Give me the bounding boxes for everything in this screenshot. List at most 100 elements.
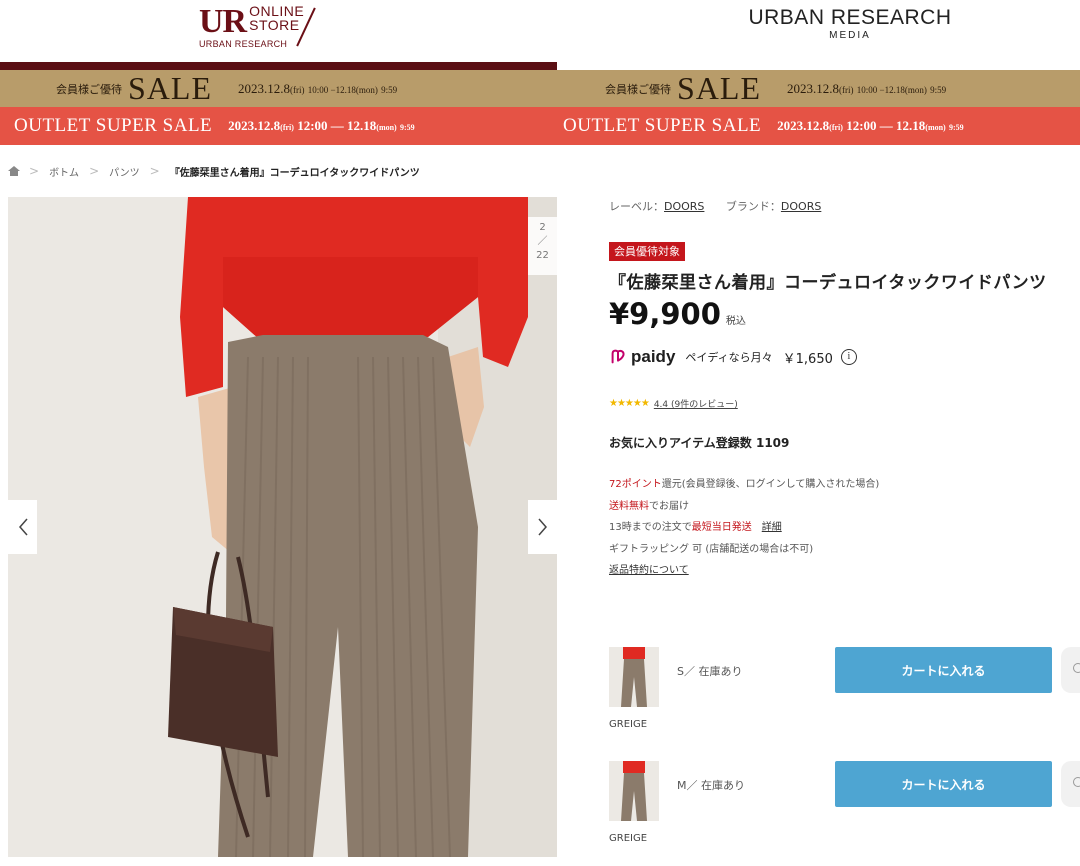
ur-online-store-logo[interactable]: UR ONLINE STORE URBAN RESEARCH (199, 4, 304, 50)
review-link[interactable]: 4.4 (9件のレビュー) (654, 397, 738, 410)
product-photo-illustration (8, 197, 557, 857)
media-logo-title: URBAN RESEARCH (748, 6, 952, 29)
breadcrumb: > ボトム > パンツ > 『佐藤栞里さん着用』コーデュロイタックワイドパンツ (8, 163, 420, 179)
shipping-note: 送料無料でお届け (609, 496, 879, 518)
outlet-end-day: (mon) (925, 123, 946, 132)
sale-member-text: 会員様ご優待 (56, 83, 122, 96)
gallery-next-button[interactable] (528, 500, 557, 554)
sale-end-day: (mon) (904, 84, 927, 95)
paidy-amount: ￥1,650 (782, 351, 833, 367)
chevron-right-icon (537, 518, 547, 536)
add-to-cart-button[interactable]: カートに入れる (835, 647, 1052, 693)
gallery-prev-button[interactable] (8, 500, 37, 554)
product-main-image[interactable] (8, 197, 557, 857)
outlet-end-time: 9:59 (948, 123, 964, 132)
review-rating: ★★★★★ 4.4 (9件のレビュー) (609, 397, 738, 410)
variant-thumbnail-illustration (609, 647, 659, 707)
outlet-start-day: (fri) (280, 123, 294, 132)
sale-end-time: 9:59 (381, 84, 398, 95)
label-link[interactable]: DOORS (664, 200, 704, 213)
image-counter-total: 22 (536, 250, 549, 261)
member-sale-banner-left[interactable]: 会員様ご優待 SALE 2023.12.8(fri) 10:00 −12.18(… (0, 70, 557, 107)
variant-color: GREIGE (609, 833, 648, 844)
outlet-dates: 2023.12.8(fri) 12:00 — 12.18(mon) 9:59 (228, 118, 414, 134)
variant-thumbnail[interactable] (609, 647, 659, 707)
outlet-date-main: 2023.12.8 (228, 118, 281, 133)
product-title: 『佐藤栞里さん着用』コーデュロイタックワイドパンツ (609, 273, 1047, 293)
sale-start-time: 10:00 −12.18 (307, 84, 356, 95)
price-value: ¥9,900 (609, 297, 721, 331)
favorite-button[interactable] (1061, 761, 1080, 807)
member-benefit-badge: 会員優待対象 (609, 242, 685, 261)
sale-date-main: 2023.12.8 (787, 80, 839, 96)
sale-end-time: 9:59 (930, 84, 947, 95)
variant-row: S／ 在庫あり GREIGE カートに入れる (609, 647, 1080, 737)
breadcrumb-pants[interactable]: パンツ (109, 164, 140, 179)
outlet-end-day: (mon) (376, 123, 397, 132)
logo-store-text: STORE (249, 17, 300, 33)
points-note: 72ポイント還元(会員登録後、ログインして購入された場合) (609, 474, 879, 496)
breadcrumb-separator: > (89, 164, 100, 178)
product-notes: 72ポイント還元(会員登録後、ログインして購入された場合) 送料無料でお届け 1… (609, 474, 879, 582)
rating-stars-icon: ★★★★★ (609, 398, 650, 409)
gift-note: ギフトラッピング 可 (店舗配送の場合は不可) (609, 543, 814, 555)
sale-word: SALE (128, 70, 212, 106)
returns-link[interactable]: 返品特約について (609, 565, 689, 576)
outlet-title: OUTLET SUPER SALE (563, 115, 762, 136)
search-icon (1073, 777, 1080, 787)
outlet-sale-banner-left[interactable]: OUTLET SUPER SALE 2023.12.8(fri) 12:00 —… (0, 107, 557, 145)
image-counter-current: 2 (539, 222, 546, 233)
breadcrumb-separator: > (29, 164, 40, 178)
brand-prefix: ブランド： (725, 200, 781, 213)
price-tax-label: 税込 (725, 316, 746, 327)
favorite-count: お気に入りアイテム登録数 1109 (609, 436, 790, 450)
paidy-mark-icon (611, 349, 625, 364)
sale-word: SALE (677, 70, 761, 106)
chevron-left-icon (18, 518, 28, 536)
sameday-note: 13時までの注文で最短当日発送 詳細 (609, 517, 879, 539)
label-prefix: レーベル： (609, 200, 664, 213)
online-store-header: UR ONLINE STORE URBAN RESEARCH (0, 0, 557, 62)
logo-online-text: ONLINE (249, 3, 305, 19)
paidy-logo: paidy (609, 347, 675, 367)
variant-row: M／ 在庫あり GREIGE カートに入れる (609, 761, 1080, 851)
header-divider-bar (0, 62, 557, 70)
info-icon[interactable]: i (840, 349, 857, 365)
outlet-date-main: 2023.12.8 (777, 118, 830, 133)
sale-member-text: 会員様ご優待 (605, 83, 671, 96)
shipping-red: 送料無料 (609, 500, 649, 512)
member-sale-banner-right[interactable]: 会員様ご優待 SALE 2023.12.8(fri) 10:00 −12.18(… (557, 70, 1080, 107)
sale-end-day: (mon) (355, 84, 378, 95)
paidy-brand-text: paidy (631, 347, 676, 366)
product-price: ¥9,900 税込 (609, 297, 746, 331)
search-icon (1073, 663, 1080, 673)
breadcrumb-current: 『佐藤栞里さん着用』コーデュロイタックワイドパンツ (169, 167, 420, 179)
paidy-text: ペイディなら月々 (685, 351, 773, 364)
variant-thumbnail-illustration (609, 761, 659, 821)
variant-size-stock: S／ 在庫あり (677, 665, 743, 678)
outlet-title: OUTLET SUPER SALE (14, 115, 213, 136)
media-logo-sub: MEDIA (829, 30, 871, 41)
sale-dates: 2023.12.8(fri) 10:00 −12.18(mon) 9:59 (238, 81, 397, 97)
sameday-detail-link[interactable]: 詳細 (762, 522, 782, 533)
urban-research-media-logo[interactable]: URBAN RESEARCH MEDIA (740, 6, 960, 41)
image-counter: 2 ／ 22 (528, 217, 557, 275)
home-icon[interactable] (8, 166, 20, 176)
variant-color: GREIGE (609, 719, 648, 730)
outlet-sale-banner-right[interactable]: OUTLET SUPER SALE 2023.12.8(fri) 12:00 —… (557, 107, 1080, 145)
variant-thumbnail[interactable] (609, 761, 659, 821)
brand-link[interactable]: DOORS (781, 200, 821, 213)
breadcrumb-separator: > (149, 164, 160, 178)
add-to-cart-button[interactable]: カートに入れる (835, 761, 1052, 807)
breadcrumb-bottoms[interactable]: ボトム (49, 164, 79, 179)
points-rest: 還元(会員登録後、ログインして購入された場合) (661, 479, 880, 490)
points-red: 72ポイント (609, 479, 662, 490)
sale-dates: 2023.12.8(fri) 10:00 −12.18(mon) 9:59 (787, 81, 946, 97)
site-header: UR ONLINE STORE URBAN RESEARCH URBAN RES… (0, 0, 1080, 70)
logo-sub-text: URBAN RESEARCH (199, 39, 288, 49)
favorite-button[interactable] (1061, 647, 1080, 693)
outlet-start-time: 12:00 — 12.18 (846, 118, 926, 133)
logo-stack: ONLINE STORE (249, 4, 304, 32)
outlet-end-time: 9:59 (399, 123, 415, 132)
sameday-red: 最短当日発送 (691, 522, 752, 533)
